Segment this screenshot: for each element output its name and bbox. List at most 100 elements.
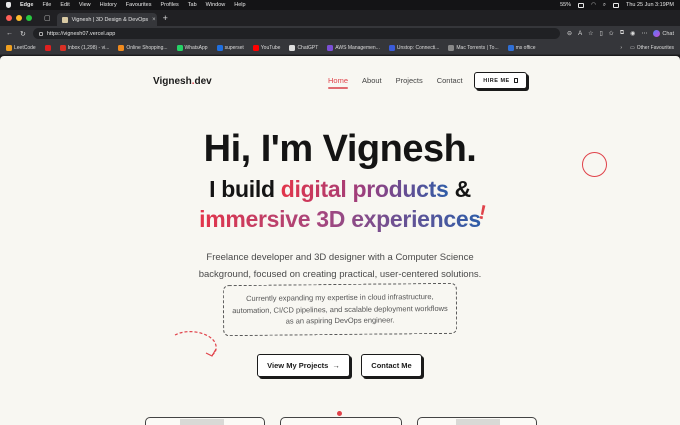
nav-contact[interactable]: Contact [437,76,463,85]
hero-line-3: immersive 3D experiences [0,206,680,233]
torrents-icon [448,44,455,51]
split-screen-icon[interactable]: ▯ [599,30,602,37]
copilot-chat-button[interactable]: Chat [653,30,674,37]
contact-me-button[interactable]: Contact Me [361,354,422,377]
hero-subtitle-line-1: Freelance developer and 3D designer with… [206,252,474,263]
profile-icon[interactable]: ◉ [630,30,635,37]
leetcode-icon [6,44,12,51]
bookmark-other-favourites[interactable]: ▭ Other Favourites [630,45,674,51]
favorite-star-icon[interactable]: ☆ [588,30,593,37]
hero-line-3-gradient: immersive 3D experiences [199,206,481,232]
menu-history[interactable]: History [100,2,117,8]
project-card[interactable] [280,417,402,425]
gmail-icon [59,44,66,51]
menu-tab[interactable]: Tab [188,2,197,8]
view-projects-label: View My Projects [267,361,329,370]
bookmark-chatgpt[interactable]: ChatGPT [289,44,318,51]
favourites-icon[interactable]: ✩ [609,30,614,37]
menu-view[interactable]: View [79,2,91,8]
tab-title: Vignesh | 3D Design & DevOps [71,16,149,23]
bookmark-youtube[interactable]: YouTube [252,44,281,51]
favicon-icon [61,16,68,23]
hero-line-2-pre: I build [209,176,281,202]
nav-projects[interactable]: Projects [396,76,423,85]
nav-home[interactable]: Home [328,76,349,89]
macos-menu-bar: Edge File Edit View History Favourites P… [0,0,680,10]
menu-favourites[interactable]: Favourites [126,2,152,8]
logo-tail: dev [194,76,212,87]
bookmark-label: WhatsApp [184,44,208,51]
web-page: Vignesh.dev Home About Projects Contact … [0,56,680,425]
tab-actions-icon[interactable]: ▢ [44,14,51,22]
bookmark-label: Online Shopping... [126,44,168,51]
hero-line-2-gradient: digital products [280,176,449,202]
office-icon [507,44,514,51]
tab-strip: ▢ Vignesh | 3D Design & DevOps × + [0,10,680,26]
lock-icon[interactable] [38,31,43,36]
control-center-icon[interactable] [612,2,619,8]
bookmark-gmail[interactable]: Inbox (1,298) - vi... [59,44,109,51]
aws-icon [327,44,334,51]
folder-icon: ▭ [630,44,635,51]
wifi-icon[interactable]: ◠ [591,2,596,8]
close-window-button[interactable] [6,15,12,21]
bookmark-label: Other Favourites [636,44,674,51]
devops-note: Currently expanding my expertise in clou… [222,282,458,337]
minimize-window-button[interactable] [16,15,22,21]
hero-headline: Hi, I'm Vignesh. [203,128,477,170]
youtube-icon [44,44,51,51]
bookmark-unstop[interactable]: Unstop: Connecti... [388,44,439,51]
contact-me-label: Contact Me [371,361,412,370]
bookmark-label: superset [224,44,244,51]
whatsapp-icon [176,44,183,51]
read-aloud-icon[interactable]: A [578,31,582,37]
bookmark-ms-office[interactable]: ms office [507,44,536,51]
battery-icon[interactable] [578,2,585,8]
chat-label: Chat [662,30,674,37]
menu-profiles[interactable]: Profiles [160,2,178,8]
new-tab-button[interactable]: + [163,13,168,23]
bookmark-leetcode[interactable]: LeetCode [6,44,36,51]
battery-percent: 55% [560,2,572,8]
more-menu-icon[interactable]: ⋯ [641,30,647,37]
extensions-icon[interactable]: ⊖ [567,30,572,37]
project-card[interactable] [417,417,537,425]
project-card[interactable] [145,417,265,425]
bookmark-aws[interactable]: AWS Managemen... [327,44,380,51]
collections-icon[interactable]: ⧉ [620,30,624,37]
hire-me-button[interactable]: HIRE ME [474,72,527,89]
menu-app-name[interactable]: Edge [20,2,33,8]
back-icon[interactable]: ← [6,30,13,37]
chevron-right-icon[interactable]: › [620,45,622,51]
bookmark-youtube-short[interactable] [44,44,51,51]
bookmark-label: AWS Managemen... [335,44,380,51]
window-controls [6,15,32,21]
close-icon[interactable]: × [152,17,156,23]
bookmark-shopping[interactable]: Online Shopping... [118,44,168,51]
menu-help[interactable]: Help [234,2,245,8]
maximize-window-button[interactable] [26,15,32,21]
url-text[interactable]: https://vignesh07.vercel.app [47,31,116,37]
menu-window[interactable]: Window [206,2,226,8]
apple-icon[interactable] [6,2,11,8]
menu-file[interactable]: File [42,2,51,8]
view-projects-button[interactable]: View My Projects → [257,354,350,377]
search-icon[interactable]: ⌕ [603,2,606,9]
reload-icon[interactable]: ↻ [20,30,26,38]
tab-active[interactable]: Vignesh | 3D Design & DevOps × [56,13,157,26]
site-logo[interactable]: Vignesh.dev [153,76,212,87]
menu-edit[interactable]: Edit [60,2,69,8]
bookmark-whatsapp[interactable]: WhatsApp [176,44,208,51]
copilot-icon [653,30,661,37]
address-bar[interactable]: https://vignesh07.vercel.app [32,28,561,39]
clock[interactable]: Thu 25 Jun 3:19PM [626,2,674,8]
nav-about[interactable]: About [362,76,382,85]
pin-icon [337,411,342,416]
bookmark-superset[interactable]: superset [216,44,244,51]
hire-me-label: HIRE ME [483,77,510,84]
bookmark-label: YouTube [260,44,281,51]
bookmark-label: Mac Torrents | To... [456,44,499,51]
project-cards-peek [0,411,680,425]
chatgpt-icon [289,44,296,51]
bookmark-mac-torrents[interactable]: Mac Torrents | To... [448,44,499,51]
